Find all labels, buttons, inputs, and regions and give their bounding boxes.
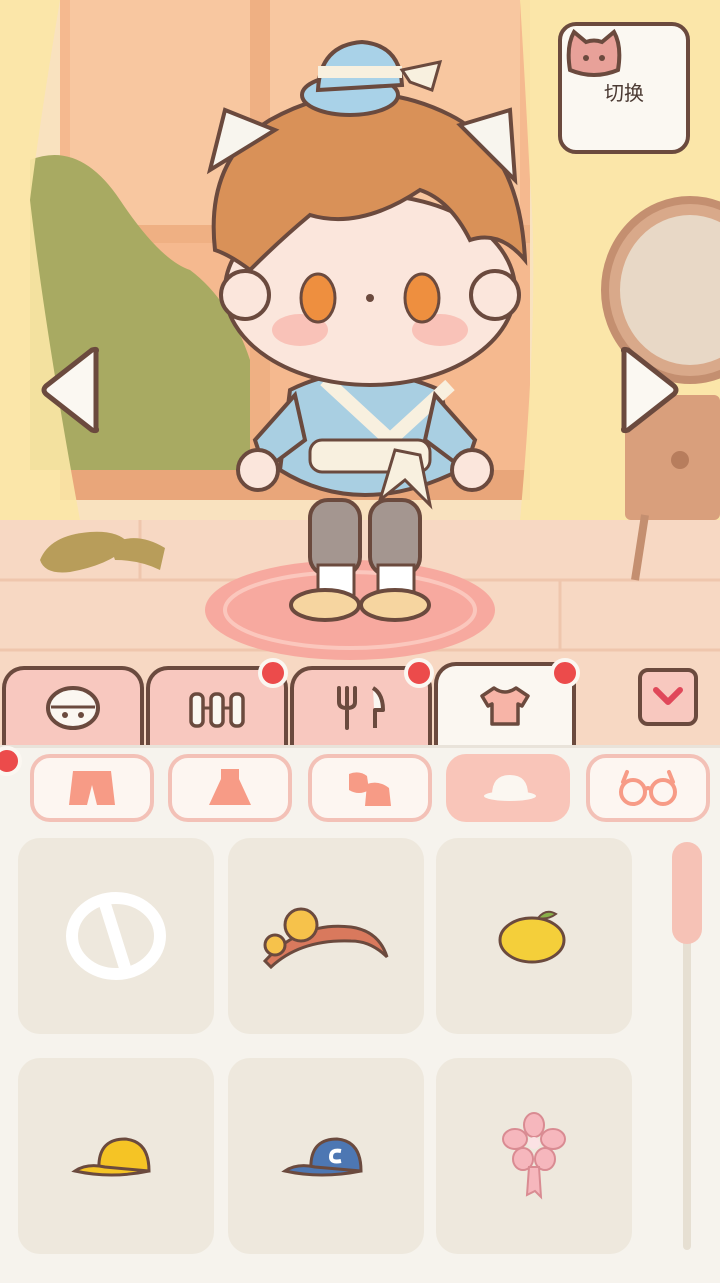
- item-yellow-cap[interactable]: [18, 1058, 214, 1254]
- blue-cap-icon: [281, 1137, 363, 1177]
- chick-headband-icon: [262, 907, 389, 970]
- collapse-panel-button[interactable]: [638, 668, 698, 726]
- shorts-icon: [69, 771, 115, 805]
- character-scene: 切换: [0, 0, 720, 745]
- item-blue-cap[interactable]: [228, 1058, 424, 1254]
- switch-character-button[interactable]: 切换: [558, 22, 690, 154]
- category-tab-bar: [0, 658, 720, 746]
- switch-label: 切换: [604, 80, 644, 105]
- arrow-left-icon: [41, 346, 99, 434]
- arrow-right-icon: [621, 346, 679, 434]
- next-arrow-button[interactable]: [618, 344, 682, 436]
- notification-badge: [550, 658, 580, 688]
- cutlery-icon: [337, 686, 385, 730]
- lemon-clip-icon: [498, 910, 566, 964]
- dress-icon: [209, 769, 251, 805]
- subtab-dress[interactable]: [168, 754, 292, 822]
- prev-arrow-button[interactable]: [38, 344, 102, 436]
- sakura-pin-icon: [502, 1112, 566, 1200]
- none-icon: [66, 892, 166, 980]
- item-sakura-pin[interactable]: [436, 1058, 632, 1254]
- shirt-icon: [480, 686, 530, 726]
- tab-face[interactable]: [2, 666, 144, 746]
- hat-icon: [484, 775, 536, 801]
- face-icon: [46, 686, 100, 730]
- notification-badge: [258, 658, 288, 688]
- notification-badge: [404, 658, 434, 688]
- shoes-icon: [349, 772, 391, 806]
- subtab-shoes[interactable]: [308, 754, 432, 822]
- item-lemon-clip[interactable]: [436, 838, 632, 1034]
- subtab-hats[interactable]: [446, 754, 570, 822]
- yellow-cap-icon: [71, 1137, 151, 1177]
- fence-icon: [189, 692, 245, 728]
- subtab-pants[interactable]: [30, 754, 154, 822]
- scrollbar-thumb[interactable]: [672, 842, 702, 944]
- glasses-icon: [619, 770, 677, 806]
- subtab-glasses[interactable]: [586, 754, 710, 822]
- item-chick-headband[interactable]: [228, 838, 424, 1034]
- cat-face-icon: [566, 28, 622, 77]
- item-none[interactable]: [18, 838, 214, 1034]
- chevron-down-icon: [653, 687, 683, 705]
